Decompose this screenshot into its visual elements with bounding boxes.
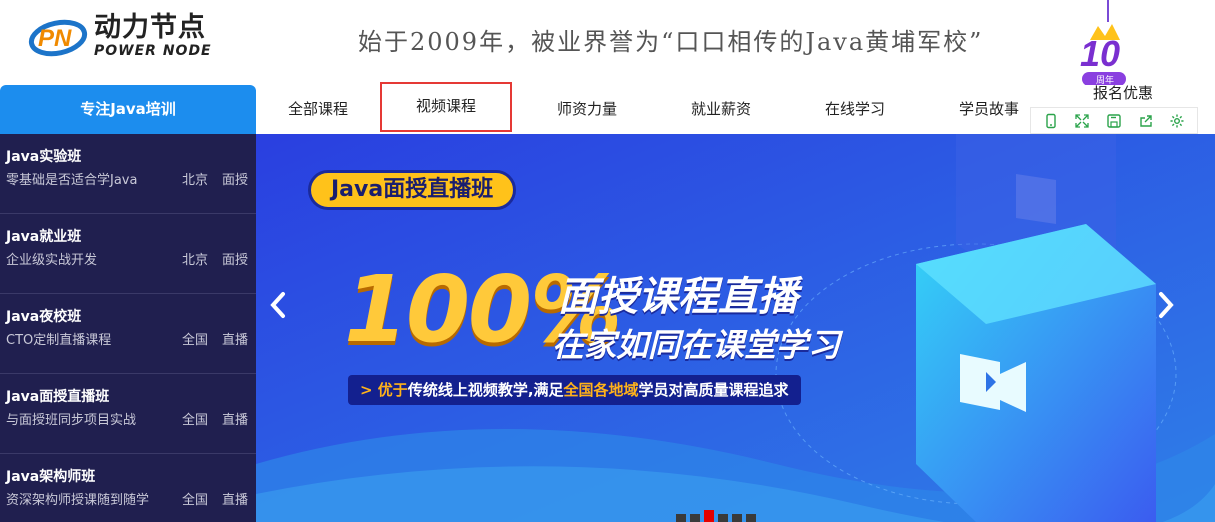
course-item-live[interactable]: Java面授直播班 与面授班同步项目实战 全国 直播 bbox=[0, 374, 256, 454]
course-sidebar: Java实验班 零基础是否适合学Java 北京 面授 Java就业班 企业级实战… bbox=[0, 134, 256, 522]
course-location-tag[interactable]: 全国 bbox=[182, 492, 208, 510]
slide-dot[interactable] bbox=[690, 514, 700, 522]
share-icon[interactable] bbox=[1135, 110, 1157, 132]
course-location-tag[interactable]: 北京 bbox=[182, 252, 208, 270]
site-slogan: 始于2009年，被业界誉为“口口相传的Java黄埔军校” bbox=[358, 28, 984, 56]
anniversary-number: 10 bbox=[1080, 33, 1120, 74]
course-desc: 与面授班同步项目实战 bbox=[6, 413, 137, 428]
slide-dot[interactable] bbox=[704, 510, 714, 522]
slide-dot[interactable] bbox=[718, 514, 728, 522]
course-title: Java实验班 bbox=[6, 149, 82, 165]
nav-item-salary[interactable]: 就业薪资 bbox=[655, 85, 787, 134]
course-location-tag[interactable]: 北京 bbox=[182, 172, 208, 190]
course-mode-tag[interactable]: 直播 bbox=[222, 492, 248, 510]
course-desc: 零基础是否适合学Java bbox=[6, 173, 138, 188]
promo-prefix: > bbox=[360, 381, 378, 399]
course-pill-label: Java面授直播班 bbox=[308, 170, 517, 210]
page: PN 动力节点 POWER NODE 始于2009年，被业界誉为“口口相传的Ja… bbox=[0, 0, 1215, 522]
nav-item-teachers[interactable]: 师资力量 bbox=[521, 85, 653, 134]
hero-headline: 面授课程直播 bbox=[558, 274, 798, 320]
logo[interactable]: PN 动力节点 POWER NODE bbox=[28, 10, 212, 62]
course-mode-tag[interactable]: 面授 bbox=[222, 252, 248, 270]
nav-item-all-courses[interactable]: 全部课程 bbox=[252, 85, 384, 134]
promo-highlight-nationwide: 全国各地域 bbox=[563, 381, 639, 399]
logo-mark-icon: PN bbox=[28, 14, 90, 58]
prev-slide-arrow-icon[interactable] bbox=[268, 290, 298, 330]
course-mode-tag[interactable]: 直播 bbox=[222, 332, 248, 350]
save-icon[interactable] bbox=[1103, 110, 1125, 132]
course-title: Java就业班 bbox=[6, 229, 82, 245]
slide-dot[interactable] bbox=[746, 514, 756, 522]
course-mode-tag[interactable]: 面授 bbox=[222, 172, 248, 190]
course-item-employment[interactable]: Java就业班 企业级实战开发 北京 面授 bbox=[0, 214, 256, 294]
course-desc: 资深架构师授课随到随学 bbox=[6, 493, 150, 508]
nav-focus-java[interactable]: 专注Java培训 bbox=[0, 85, 256, 134]
logo-name-cn: 动力节点 bbox=[94, 12, 206, 43]
hero-promo-text: > 优于传统线上视频教学,满足全国各地域学员对高质量课程追求 bbox=[348, 375, 801, 405]
promo-middle: 传统线上视频教学,满足 bbox=[407, 381, 564, 399]
settings-icon[interactable] bbox=[1166, 110, 1188, 132]
logo-mark-text: PN bbox=[38, 25, 72, 52]
main-nav: 专注Java培训 全部课程 视频课程 师资力量 就业薪资 在线学习 学员故事 报… bbox=[0, 82, 1215, 134]
phone-icon[interactable] bbox=[1040, 110, 1062, 132]
slide-dot[interactable] bbox=[732, 514, 742, 522]
course-location-tag[interactable]: 全国 bbox=[182, 332, 208, 350]
hero-banner[interactable]: Java面授直播班 100% 面授课程直播 在家如同在课堂学习 > 优于传统线上… bbox=[256, 134, 1215, 522]
course-location-tag[interactable]: 全国 bbox=[182, 412, 208, 430]
course-desc: 企业级实战开发 bbox=[6, 253, 98, 268]
fullscreen-icon[interactable] bbox=[1071, 110, 1093, 132]
course-title: Java夜校班 bbox=[6, 309, 82, 325]
course-title: Java面授直播班 bbox=[6, 389, 110, 405]
floating-toolbar bbox=[1030, 107, 1198, 134]
slide-indicators bbox=[676, 510, 756, 522]
site-header: PN 动力节点 POWER NODE 始于2009年，被业界誉为“口口相传的Ja… bbox=[0, 0, 1215, 86]
next-slide-arrow-icon[interactable] bbox=[1156, 290, 1186, 330]
course-item-experiment[interactable]: Java实验班 零基础是否适合学Java 北京 面授 bbox=[0, 134, 256, 214]
hero-subheadline: 在家如同在课堂学习 bbox=[552, 326, 841, 364]
course-mode-tag[interactable]: 直播 bbox=[222, 412, 248, 430]
nav-item-online-learning[interactable]: 在线学习 bbox=[789, 85, 921, 134]
nav-item-video-courses[interactable]: 视频课程 bbox=[380, 82, 512, 132]
course-item-night[interactable]: Java夜校班 CTO定制直播课程 全国 直播 bbox=[0, 294, 256, 374]
promo-tail: 学员对高质量课程追求 bbox=[638, 381, 789, 399]
course-title: Java架构师班 bbox=[6, 469, 96, 485]
course-desc: CTO定制直播课程 bbox=[6, 333, 112, 348]
slide-dot[interactable] bbox=[676, 514, 686, 522]
course-item-architect[interactable]: Java架构师班 资深架构师授课随到随学 全国 直播 bbox=[0, 454, 256, 522]
promo-highlight-better: 优于 bbox=[377, 381, 408, 399]
logo-name-en: POWER NODE bbox=[94, 43, 212, 59]
